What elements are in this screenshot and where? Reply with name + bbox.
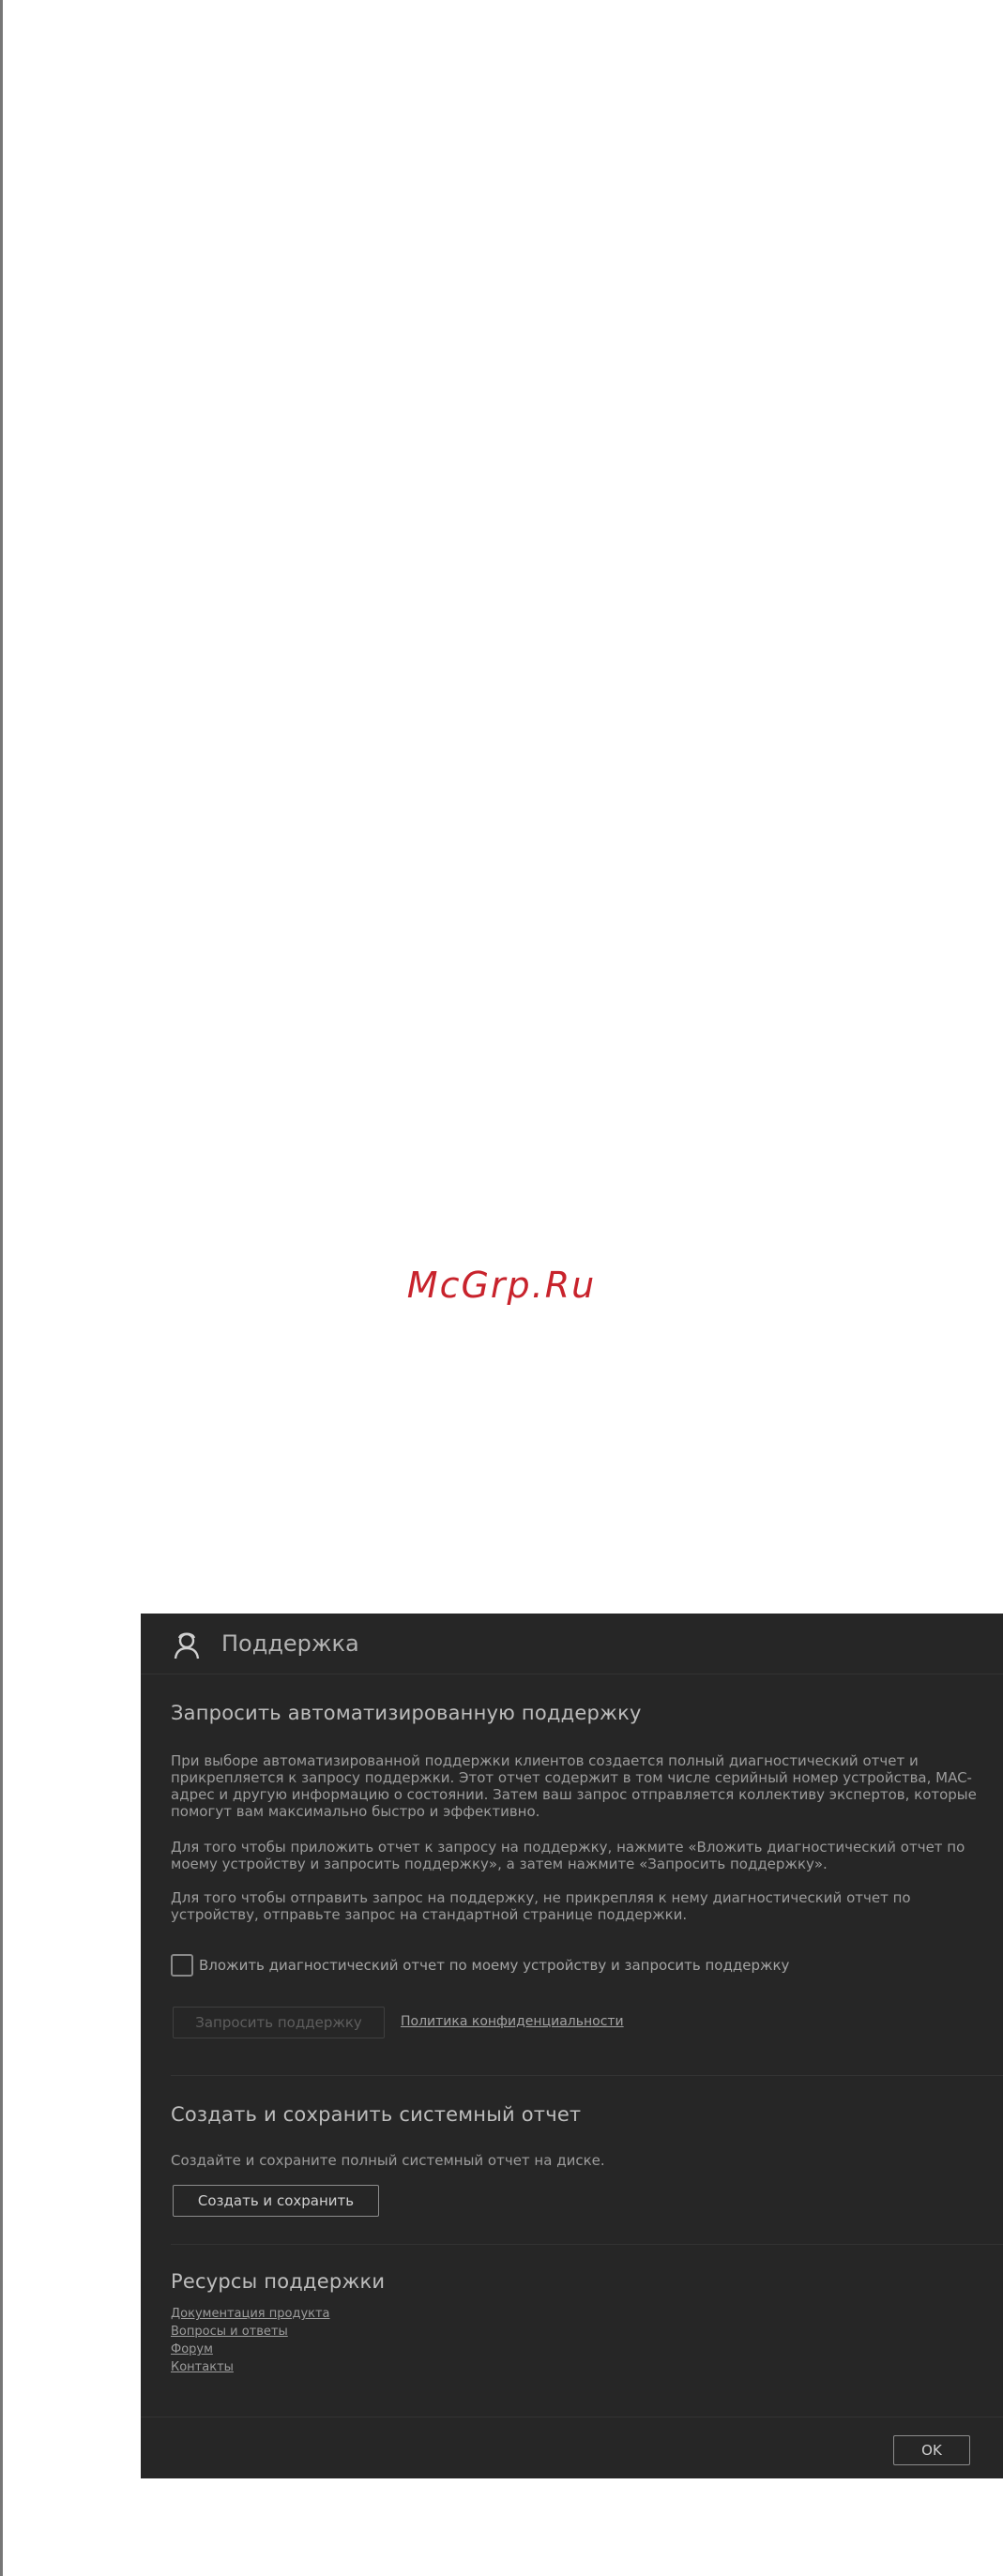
automated-support-paragraph-3: Для того чтобы отправить запрос на подде… [171, 1889, 911, 1923]
automated-support-paragraph-1-wrap: При выборе автоматизированной поддержки … [171, 1752, 987, 1820]
privacy-policy-link[interactable]: Политика конфиденциальности [401, 2014, 624, 2029]
section-divider-1 [171, 2075, 1003, 2076]
system-report-title: Создать и сохранить системный отчет [171, 2103, 582, 2126]
watermark-text: McGrp.Ru [406, 1265, 597, 1306]
page: McGrp.Ru Поддержка Запросить автоматизир… [0, 0, 1003, 2576]
system-report-section: Создать и сохранить системный отчет [171, 2103, 987, 2126]
support-dialog: Поддержка Запросить автоматизированную п… [141, 1614, 1003, 2478]
system-report-description: Создайте и сохраните полный системный от… [171, 2152, 605, 2169]
automated-support-paragraph-1: При выборе автоматизированной поддержки … [171, 1752, 977, 1820]
support-resources-title: Ресурсы поддержки [171, 2270, 386, 2293]
resource-link-faq[interactable]: Вопросы и ответы [171, 2323, 330, 2341]
attach-report-checkbox[interactable] [171, 1954, 193, 1977]
resource-link-contacts[interactable]: Контакты [171, 2358, 330, 2376]
resource-link-documentation[interactable]: Документация продукта [171, 2305, 330, 2323]
automated-support-paragraph-2: Для того чтобы приложить отчет к запросу… [171, 1839, 965, 1872]
support-person-icon [174, 1632, 200, 1659]
automated-support-title: Запросить автоматизированную поддержку [171, 1702, 642, 1724]
ok-button[interactable]: OK [893, 2435, 970, 2465]
section-divider-2 [171, 2244, 1003, 2245]
request-support-button[interactable]: Запросить поддержку [173, 2007, 385, 2038]
system-report-description-wrap: Создайте и сохраните полный системный от… [171, 2152, 987, 2169]
automated-support-paragraph-3-wrap: Для того чтобы отправить запрос на подде… [171, 1889, 987, 1923]
automated-support-section: Запросить автоматизированную поддержку [171, 1702, 987, 1724]
attach-report-row[interactable]: Вложить диагностический отчет по моему у… [171, 1951, 789, 1979]
dialog-title: Поддержка [221, 1630, 359, 1657]
support-resources-links: Документация продукта Вопросы и ответы Ф… [171, 2305, 330, 2376]
create-and-save-button[interactable]: Создать и сохранить [173, 2185, 379, 2217]
resource-link-forum[interactable]: Форум [171, 2341, 330, 2358]
automated-support-paragraph-2-wrap: Для того чтобы приложить отчет к запросу… [171, 1839, 987, 1872]
support-resources-section: Ресурсы поддержки [171, 2270, 987, 2293]
dialog-header: Поддержка [141, 1614, 1003, 1674]
attach-report-label[interactable]: Вложить диагностический отчет по моему у… [199, 1957, 789, 1974]
